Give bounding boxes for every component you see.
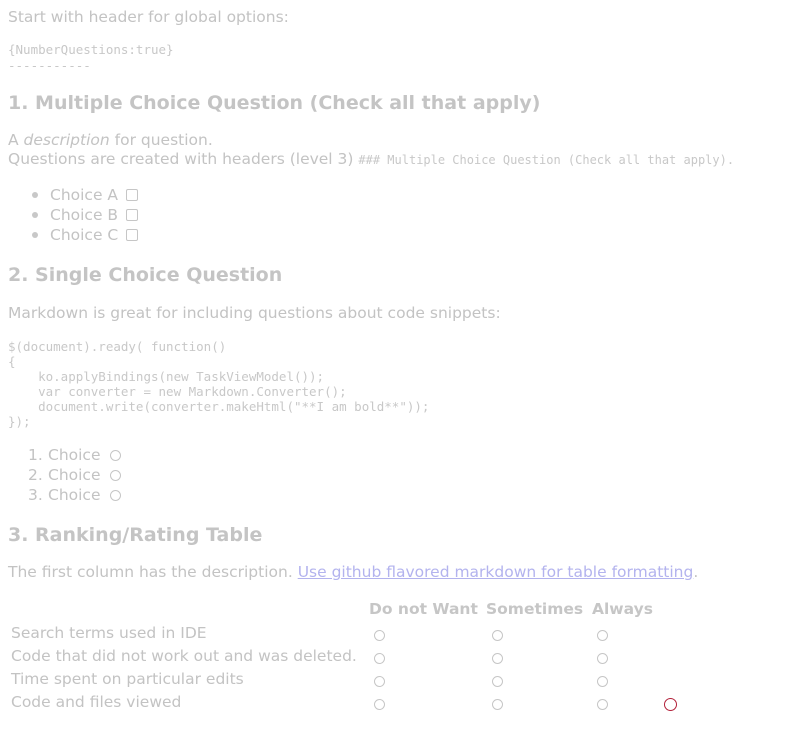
choice-number: 2. — [28, 466, 43, 484]
global-options-code: {NumberQuestions:true} ----------- — [8, 42, 174, 74]
column-header-sometimes: Sometimes — [486, 600, 584, 618]
choice-label: Choice A — [50, 186, 119, 204]
question-1-headers-note: Questions are created with headers (leve… — [8, 150, 734, 168]
radio-icon[interactable] — [597, 653, 608, 664]
radio-icon[interactable] — [374, 653, 385, 664]
choice-label: Choice — [48, 466, 101, 484]
bullet-icon — [32, 192, 38, 198]
radio-icon[interactable] — [597, 676, 608, 687]
focused-radio-icon[interactable] — [664, 698, 677, 711]
checkbox-icon[interactable] — [126, 209, 139, 221]
radio-icon[interactable] — [109, 489, 121, 501]
radio-icon[interactable] — [492, 630, 503, 641]
desc-text: The first column has the description. — [8, 563, 298, 581]
row-label: Time spent on particular edits — [11, 670, 244, 688]
desc-suffix: for question. — [109, 131, 213, 149]
global-options-line1: {NumberQuestions:true} — [8, 42, 174, 57]
radio-icon[interactable] — [597, 630, 608, 641]
choice-number: 1. — [28, 446, 43, 464]
radio-icon[interactable] — [374, 676, 385, 687]
question-2-description: Markdown is great for including question… — [8, 304, 501, 322]
radio-icon[interactable] — [492, 653, 503, 664]
question-1-choices: Choice A Choice B Choice C — [32, 185, 139, 245]
bullet-icon — [32, 212, 38, 218]
intro-text: Start with header for global options: — [8, 8, 289, 26]
choice-number: 3. — [28, 486, 43, 504]
headers-code: ### Multiple Choice Question (Check all … — [358, 153, 735, 167]
code-snippet: $(document).ready( function() { ko.apply… — [8, 339, 430, 429]
markdown-table-link[interactable]: Use github flavored markdown for table f… — [298, 563, 694, 581]
choice-label: Choice B — [50, 206, 119, 224]
row-label: Code and files viewed — [11, 693, 182, 711]
headers-text: Questions are created with headers (leve… — [8, 150, 359, 168]
checkbox-icon[interactable] — [126, 229, 139, 241]
choice-item: Choice B — [32, 205, 139, 225]
question-3-description: The first column has the description. Us… — [8, 563, 698, 581]
radio-icon[interactable] — [374, 630, 385, 641]
choice-item: 2. Choice — [28, 465, 121, 485]
survey-page: Start with header for global options: {N… — [0, 0, 800, 731]
desc-prefix: A — [8, 131, 24, 149]
column-header-do-not-want: Do not Want — [369, 600, 478, 618]
choice-item: 3. Choice — [28, 485, 121, 505]
choice-label: Choice — [48, 446, 101, 464]
bullet-icon — [32, 232, 38, 238]
desc-emphasis: description — [23, 131, 110, 149]
choice-item: Choice C — [32, 225, 139, 245]
question-3-title: 3. Ranking/Rating Table — [8, 524, 263, 546]
row-label: Code that did not work out and was delet… — [11, 647, 357, 665]
choice-item: Choice A — [32, 185, 139, 205]
radio-icon[interactable] — [492, 699, 503, 710]
question-1-description: A description for question. — [8, 131, 213, 149]
radio-icon[interactable] — [109, 469, 121, 481]
question-1-title: 1. Multiple Choice Question (Check all t… — [8, 92, 541, 114]
checkbox-icon[interactable] — [126, 189, 139, 201]
radio-icon[interactable] — [109, 449, 121, 461]
row-label: Search terms used in IDE — [11, 624, 207, 642]
radio-icon[interactable] — [597, 699, 608, 710]
choice-item: 1. Choice — [28, 445, 121, 465]
question-2-choices: 1. Choice 2. Choice 3. Choice — [28, 445, 121, 505]
column-header-always: Always — [592, 600, 653, 618]
desc-end: . — [693, 563, 699, 581]
choice-label: Choice C — [50, 226, 119, 244]
question-2-title: 2. Single Choice Question — [8, 264, 283, 286]
choice-label: Choice — [48, 486, 101, 504]
radio-icon[interactable] — [492, 676, 503, 687]
radio-icon[interactable] — [374, 699, 385, 710]
global-options-line2: ----------- — [8, 58, 91, 73]
